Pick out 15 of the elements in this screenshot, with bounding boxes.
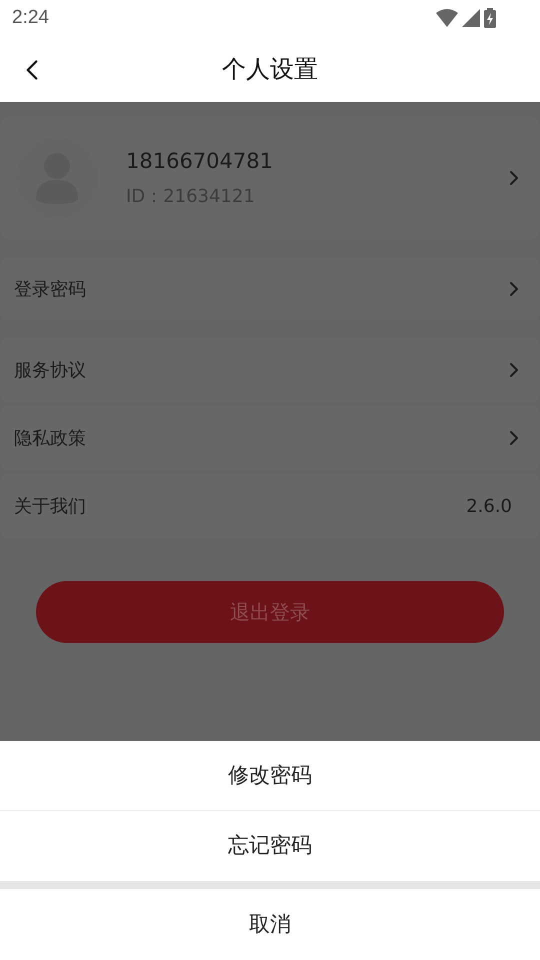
cancel-button[interactable]: 取消 bbox=[0, 889, 540, 960]
page-title: 个人设置 bbox=[222, 54, 318, 85]
signal-icon bbox=[462, 9, 480, 27]
status-time: 2:24 bbox=[12, 6, 49, 30]
wifi-icon bbox=[436, 9, 458, 27]
logout-button[interactable]: 退出登录 bbox=[36, 581, 504, 643]
row-label: 关于我们 bbox=[14, 494, 86, 518]
row-label: 服务协议 bbox=[14, 358, 86, 382]
row-label: 登录密码 bbox=[14, 278, 86, 302]
row-label: 隐私政策 bbox=[14, 426, 86, 450]
sheet-option[interactable]: 忘记密码 bbox=[0, 811, 540, 881]
phone-number: 18166704781 bbox=[126, 148, 274, 175]
battery-icon bbox=[484, 8, 496, 28]
sheet-option[interactable]: 修改密码 bbox=[0, 741, 540, 811]
version-number: 2.6.0 bbox=[466, 494, 513, 518]
